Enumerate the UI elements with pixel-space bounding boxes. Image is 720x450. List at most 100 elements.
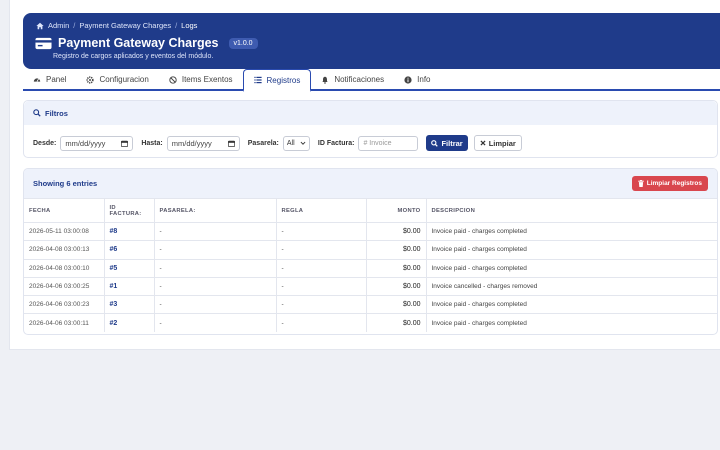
cell-descripcion: Invoice paid - charges completed [426, 221, 717, 241]
cell-regla: - [276, 258, 367, 278]
column-header-id-factura[interactable]: ID FACTURA: [104, 198, 155, 223]
cell-regla: - [276, 313, 367, 333]
table-row: 2026-04-08 03:00:10 #5 - - $0.00 Invoice… [24, 258, 717, 278]
chevron-down-icon [300, 141, 306, 145]
entries-count: Showing 6 entries [33, 179, 98, 188]
invoice-placeholder: # Invoice [363, 139, 392, 147]
cell-monto: $0.00 [366, 295, 427, 314]
column-header-pasarela[interactable]: PASARELA: [154, 198, 277, 223]
calendar-icon[interactable] [227, 140, 235, 147]
tab-bar: Panel Configuracion Items Exentos Regist… [23, 69, 720, 92]
home-icon [36, 22, 44, 29]
invoice-input[interactable]: # Invoice [358, 135, 419, 151]
cell-descripcion: Invoice paid - charges completed [426, 313, 717, 333]
clear-logs-button[interactable]: Limpiar Registros [631, 176, 708, 191]
tab-label: Panel [46, 75, 67, 84]
invoice-label: ID Factura: [317, 139, 355, 147]
cell-fecha: 2026-04-06 03:00:23 [24, 295, 105, 314]
hasta-label: Hasta: [141, 139, 163, 147]
version-badge: v1.0.0 [228, 37, 258, 49]
cell-pasarela: - [154, 276, 277, 296]
page-subtitle: Registro de cargos aplicados y eventos d… [53, 53, 214, 60]
clear-logs-label: Limpiar Registros [646, 180, 702, 187]
breadcrumb-separator: / [175, 21, 178, 30]
cell-invoice-link[interactable]: #5 [104, 258, 155, 278]
breadcrumb-module[interactable]: Payment Gateway Charges [79, 21, 171, 30]
list-icon [253, 76, 262, 84]
desde-date-input[interactable]: mm/dd/yyyy [60, 135, 134, 151]
filter-button[interactable]: Filtrar [426, 135, 468, 151]
table-row: 2026-04-06 03:00:11 #2 - - $0.00 Invoice… [24, 313, 717, 333]
cell-monto: $0.00 [366, 221, 427, 241]
pasarela-value: All [286, 139, 295, 147]
credit-card-icon [35, 37, 52, 49]
cell-pasarela: - [154, 240, 277, 260]
cell-fecha: 2026-04-08 03:00:13 [24, 240, 105, 260]
cell-regla: - [276, 240, 367, 260]
tab-registros[interactable]: Registros [242, 69, 312, 92]
cell-regla: - [276, 276, 367, 296]
cell-pasarela: - [154, 295, 277, 314]
tab-label: Info [417, 75, 431, 84]
column-header-fecha[interactable]: FECHA [24, 198, 105, 223]
cell-pasarela: - [154, 258, 277, 278]
header-title-row: Payment Gateway Charges v1.0.0 [35, 36, 258, 50]
cell-monto: $0.00 [366, 240, 427, 260]
cell-monto: $0.00 [366, 276, 427, 296]
tab-notificaciones[interactable]: Notificaciones [311, 69, 394, 90]
info-icon [404, 75, 412, 84]
cell-invoice-link[interactable]: #3 [104, 295, 155, 314]
breadcrumb-admin[interactable]: Admin [48, 21, 69, 30]
column-header-regla[interactable]: REGLA [276, 198, 367, 223]
trash-icon [637, 180, 644, 187]
desde-label: Desde: [33, 139, 57, 147]
column-header-id-factura-label: ID FACTURA: [109, 204, 142, 217]
hasta-date-input[interactable]: mm/dd/yyyy [166, 135, 240, 151]
gear-icon [86, 75, 95, 84]
cell-fecha: 2026-04-06 03:00:11 [24, 313, 105, 333]
filters-title: Filtros [45, 108, 68, 118]
cell-pasarela: - [154, 313, 277, 333]
close-icon [480, 140, 486, 146]
cell-monto: $0.00 [366, 258, 427, 278]
breadcrumb-current: Logs [181, 21, 198, 30]
logs-table: FECHA ID FACTURA: PASARELA: REGLA MONTO … [24, 198, 717, 333]
cell-regla: - [276, 295, 367, 314]
cell-invoice-link[interactable]: #6 [104, 240, 155, 260]
cell-invoice-link[interactable]: #1 [104, 276, 155, 296]
breadcrumb: Admin / Payment Gateway Charges / Logs [36, 21, 197, 30]
cell-descripcion: Invoice cancelled - charges removed [426, 276, 717, 296]
tab-label: Notificaciones [334, 75, 385, 84]
tab-configuracion[interactable]: Configuracion [76, 69, 158, 90]
cell-invoice-link[interactable]: #8 [104, 221, 155, 241]
clear-filters-button[interactable]: Limpiar [473, 135, 522, 151]
cell-fecha: 2026-04-06 03:00:25 [24, 276, 105, 296]
page-title: Payment Gateway Charges [58, 36, 219, 50]
table-row: 2026-05-11 03:00:08 #8 - - $0.00 Invoice… [24, 221, 717, 241]
bell-icon [322, 76, 329, 84]
table-row: 2026-04-06 03:00:23 #3 - - $0.00 Invoice… [24, 295, 717, 314]
tab-label: Registros [266, 75, 301, 85]
column-header-monto[interactable]: MONTO [366, 198, 427, 223]
table-row: 2026-04-08 03:00:13 #6 - - $0.00 Invoice… [24, 240, 717, 260]
tab-info[interactable]: Info [394, 69, 440, 90]
cell-fecha: 2026-04-08 03:00:10 [24, 258, 105, 278]
tab-panel[interactable]: Panel [23, 69, 76, 90]
cell-monto: $0.00 [366, 313, 427, 333]
hasta-placeholder: mm/dd/yyyy [171, 138, 212, 148]
cell-descripcion: Invoice paid - charges completed [426, 240, 717, 260]
desde-placeholder: mm/dd/yyyy [65, 138, 106, 148]
cell-invoice-link[interactable]: #2 [104, 313, 155, 333]
clear-filters-label: Limpiar [488, 138, 516, 148]
cell-pasarela: - [154, 221, 277, 241]
cell-descripcion: Invoice paid - charges completed [426, 258, 717, 278]
pasarela-select[interactable]: All [282, 135, 310, 151]
filters-header: Filtros [24, 101, 717, 125]
table-row: 2026-04-06 03:00:25 #1 - - $0.00 Invoice… [24, 276, 717, 296]
breadcrumb-separator: / [73, 21, 76, 30]
dashboard-icon [33, 77, 41, 82]
column-header-descripcion[interactable]: DESCRIPCION [426, 198, 717, 223]
module-header: Admin / Payment Gateway Charges / Logs P… [23, 13, 720, 69]
calendar-icon[interactable] [121, 140, 129, 147]
tab-items-exentos[interactable]: Items Exentos [159, 69, 243, 90]
